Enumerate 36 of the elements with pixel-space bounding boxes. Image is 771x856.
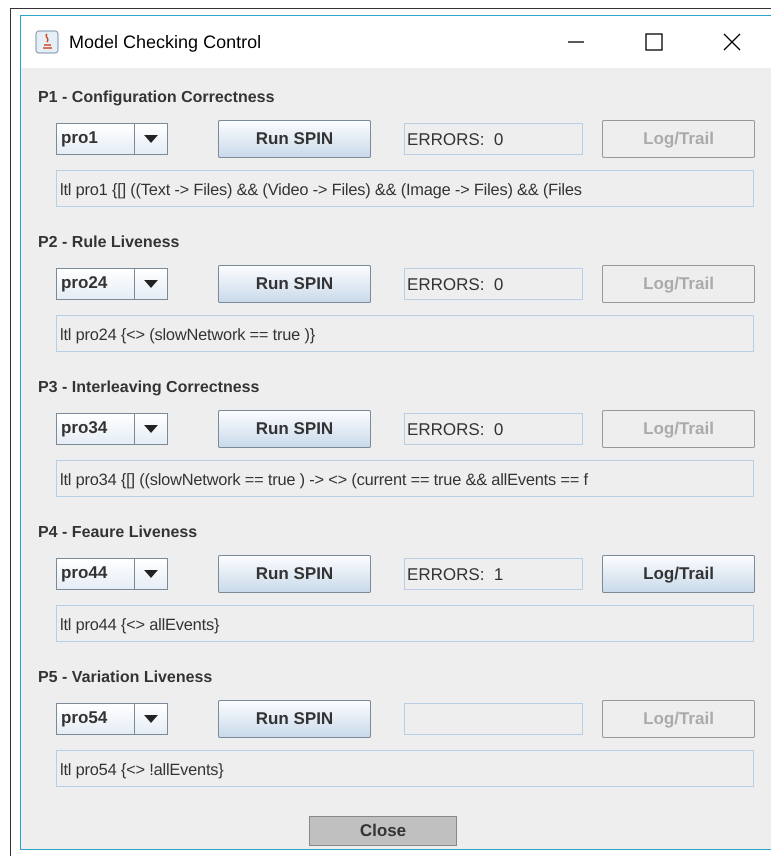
minimize-icon	[567, 41, 585, 43]
formula-field: ltl pro34 {[] ((slowNetwork == true ) -> <> (current == true && allEvents == f	[56, 460, 754, 497]
property-dropdown[interactable]: pro44	[56, 558, 168, 590]
dropdown-arrow-icon	[144, 135, 158, 143]
section-title: P1 - Configuration Correctness	[38, 88, 276, 108]
dropdown-arrow-icon	[144, 715, 158, 723]
property-dropdown[interactable]: pro34	[56, 413, 168, 445]
close-icon	[723, 33, 741, 51]
log-trail-button[interactable]: Log/Trail	[602, 555, 755, 593]
section-title: P4 - Feaure Liveness	[38, 523, 198, 543]
property-dropdown[interactable]: pro54	[56, 703, 168, 735]
formula-field: ltl pro1 {[] ((Text -> Files) && (Video -> Files) && (Image -> Files) && (Files	[56, 170, 754, 207]
errors-field: ERRORS: 1	[404, 558, 583, 590]
dropdown-arrow-icon	[144, 280, 158, 288]
maximize-icon	[645, 33, 663, 51]
dropdown-arrow-icon	[144, 425, 158, 433]
close-dialog-button[interactable]: Close	[309, 816, 457, 846]
formula-field: ltl pro54 {<> !allEvents}	[56, 750, 754, 787]
run-spin-button[interactable]: Run SPIN	[218, 410, 371, 448]
dropdown-arrow-icon	[144, 570, 158, 578]
window-title: Model Checking Control	[69, 30, 262, 54]
errors-field: ERRORS: 0	[404, 413, 583, 445]
section-title: P5 - Variation Liveness	[38, 668, 214, 688]
formula-field: ltl pro24 {<> (slowNetwork == true )}	[56, 315, 754, 352]
section-title: P2 - Rule Liveness	[38, 233, 180, 253]
property-dropdown[interactable]: pro1	[56, 123, 168, 155]
formula-field: ltl pro44 {<> allEvents}	[56, 605, 754, 642]
run-spin-button[interactable]: Run SPIN	[218, 555, 371, 593]
run-spin-button[interactable]: Run SPIN	[218, 120, 371, 158]
run-spin-button[interactable]: Run SPIN	[218, 700, 371, 738]
app-icon	[35, 30, 59, 54]
errors-field: ERRORS: 0	[404, 268, 583, 300]
errors-field: ERRORS: 0	[404, 123, 583, 155]
run-spin-button[interactable]: Run SPIN	[218, 265, 371, 303]
property-dropdown[interactable]: pro24	[56, 268, 168, 300]
section-title: P3 - Interleaving Correctness	[38, 378, 260, 398]
